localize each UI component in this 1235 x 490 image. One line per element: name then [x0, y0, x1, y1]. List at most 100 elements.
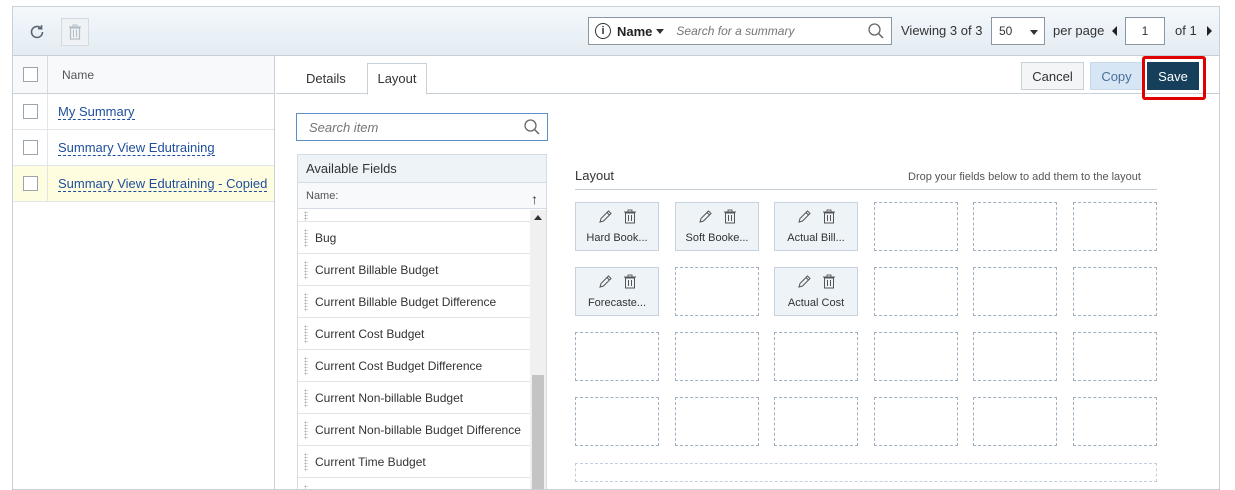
row-checkbox[interactable]	[22, 176, 38, 191]
list-item[interactable]: Summary View Edutraining	[13, 130, 274, 166]
summary-search-input[interactable]	[674, 23, 867, 39]
layout-drop-slot[interactable]	[874, 267, 958, 316]
summary-link[interactable]: My Summary	[58, 104, 135, 120]
list-item-selected[interactable]: Summary View Edutraining - Copied	[13, 166, 274, 202]
list-item[interactable]: My Summary	[13, 94, 274, 130]
list-header: Name	[13, 56, 274, 94]
trash-icon[interactable]	[623, 209, 637, 224]
layout-field-label: Actual Bill...	[787, 232, 845, 244]
trash-icon[interactable]	[822, 209, 836, 224]
edit-icon[interactable]	[598, 274, 613, 289]
divider	[575, 189, 1157, 190]
copy-button[interactable]: Copy	[1090, 62, 1143, 90]
list-item[interactable]: Current Non-billable Budget	[298, 382, 530, 414]
layout-field-card[interactable]: Actual Bill...	[774, 202, 858, 251]
list-item[interactable]	[298, 478, 530, 489]
layout-drop-slot[interactable]	[575, 397, 659, 446]
layout-field-label: Forecaste...	[587, 297, 647, 309]
sort-arrow-icon[interactable]: ↑	[531, 186, 538, 212]
drag-handle-icon[interactable]	[304, 210, 308, 221]
per-page-select[interactable]: 50	[991, 17, 1045, 45]
trash-icon[interactable]	[822, 274, 836, 289]
layout-field-card[interactable]: Actual Cost	[774, 267, 858, 316]
refresh-button[interactable]	[23, 18, 51, 46]
layout-drop-slot[interactable]	[874, 397, 958, 446]
search-icon[interactable]	[867, 22, 885, 40]
scroll-up-icon[interactable]	[534, 215, 542, 220]
list-item[interactable]: Bug	[298, 222, 530, 254]
detail-panel: Details Layout Cancel Copy Save Availabl…	[276, 56, 1219, 489]
layout-drop-slot[interactable]	[973, 397, 1057, 446]
layout-field-card[interactable]: Forecaste...	[575, 267, 659, 316]
tab-layout[interactable]: Layout	[367, 63, 427, 95]
layout-field-label: Hard Book...	[586, 232, 648, 244]
tab-details[interactable]: Details	[306, 71, 346, 86]
save-button[interactable]: Save	[1147, 62, 1199, 90]
search-icon[interactable]	[523, 118, 541, 136]
list-item[interactable]: Current Time Budget	[298, 446, 530, 478]
edit-icon[interactable]	[797, 274, 812, 289]
summary-link[interactable]: Summary View Edutraining	[58, 140, 215, 156]
layout-drop-slot[interactable]	[973, 202, 1057, 251]
list-item[interactable]: Current Cost Budget Difference	[298, 350, 530, 382]
select-all-checkbox[interactable]	[22, 67, 38, 82]
layout-hint: Drop your fields below to add them to th…	[908, 171, 1141, 183]
list-item[interactable]: Current Non-billable Budget Difference	[298, 414, 530, 446]
layout-drop-slot[interactable]	[874, 332, 958, 381]
field-search-input[interactable]	[307, 118, 523, 136]
drag-handle-icon[interactable]	[304, 484, 308, 489]
edit-icon[interactable]	[797, 209, 812, 224]
layout-drop-slot[interactable]	[1073, 332, 1157, 381]
drag-handle-icon[interactable]	[304, 388, 308, 407]
list-item[interactable]: Current Billable Budget	[298, 254, 530, 286]
list-item[interactable]: Current Cost Budget	[298, 318, 530, 350]
drag-handle-icon[interactable]	[304, 324, 308, 343]
name-column-header[interactable]: Name	[62, 68, 94, 82]
per-page-label: per page	[1053, 23, 1105, 38]
scroll-thumb[interactable]	[532, 375, 544, 489]
delete-button[interactable]	[61, 18, 89, 46]
info-icon[interactable]: i	[595, 23, 611, 39]
drag-handle-icon[interactable]	[304, 260, 308, 279]
list-item[interactable]: Current Billable Budget Difference	[298, 286, 530, 318]
layout-drop-slot[interactable]	[973, 267, 1057, 316]
layout-field-card[interactable]: Soft Booke...	[675, 202, 759, 251]
layout-drop-zone-wide[interactable]	[575, 463, 1157, 482]
drag-handle-icon[interactable]	[304, 292, 308, 311]
layout-drop-slot[interactable]	[575, 332, 659, 381]
edit-icon[interactable]	[698, 209, 713, 224]
drag-handle-icon[interactable]	[304, 452, 308, 471]
page-number-input[interactable]: 1	[1125, 17, 1165, 45]
previous-page-icon[interactable]	[1112, 26, 1117, 36]
trash-icon[interactable]	[623, 274, 637, 289]
trash-icon[interactable]	[723, 209, 737, 224]
chevron-down-icon[interactable]	[656, 28, 665, 34]
layout-drop-slot[interactable]	[973, 332, 1057, 381]
row-checkbox[interactable]	[22, 140, 38, 155]
layout-drop-slot[interactable]	[675, 397, 759, 446]
summary-link[interactable]: Summary View Edutraining - Copied	[58, 176, 268, 192]
layout-drop-slot[interactable]	[1073, 202, 1157, 251]
summary-search[interactable]: i Name	[588, 17, 892, 45]
layout-drop-slot[interactable]	[774, 397, 858, 446]
layout-drop-slot[interactable]	[675, 332, 759, 381]
layout-drop-slot[interactable]	[1073, 397, 1157, 446]
edit-icon[interactable]	[598, 209, 613, 224]
layout-drop-slot[interactable]	[774, 332, 858, 381]
search-field-selector[interactable]: Name	[617, 24, 652, 39]
drag-handle-icon[interactable]	[304, 420, 308, 439]
layout-field-card[interactable]: Hard Book...	[575, 202, 659, 251]
list-item[interactable]	[298, 210, 530, 222]
per-page-value: 50	[999, 24, 1013, 38]
drag-handle-icon[interactable]	[304, 228, 308, 247]
cancel-button[interactable]: Cancel	[1021, 62, 1084, 90]
layout-drop-slot[interactable]	[675, 267, 759, 316]
drag-handle-icon[interactable]	[304, 356, 308, 375]
row-checkbox[interactable]	[22, 104, 38, 119]
next-page-icon[interactable]	[1207, 26, 1212, 36]
fields-column-header[interactable]: Name: ↑	[298, 183, 546, 209]
field-search[interactable]	[296, 113, 548, 141]
layout-drop-slot[interactable]	[1073, 267, 1157, 316]
layout-drop-slot[interactable]	[874, 202, 958, 251]
fields-scrollbar[interactable]	[530, 210, 546, 489]
